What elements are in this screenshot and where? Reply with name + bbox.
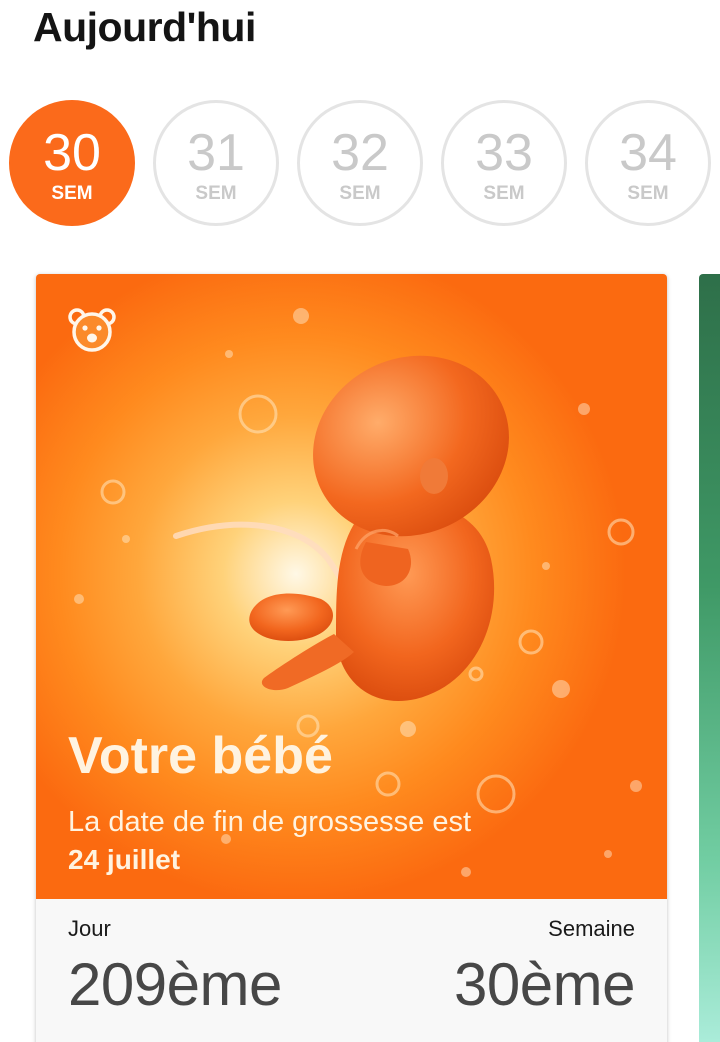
baby-card[interactable]: Votre bébé La date de fin de grossesse e… — [36, 274, 667, 1042]
week-value: 30ème — [454, 951, 635, 1018]
week-33-button[interactable]: 33 SEM — [441, 100, 567, 226]
card-title: Votre bébé — [68, 727, 333, 785]
week-unit: SEM — [483, 183, 525, 204]
day-label: Jour — [68, 916, 111, 941]
page-title: Aujourd'hui — [33, 4, 256, 50]
week-unit: SEM — [339, 183, 381, 204]
week-unit: SEM — [627, 183, 669, 204]
week-number: 31 — [187, 124, 245, 182]
week-label: Semaine — [548, 916, 635, 941]
week-unit: SEM — [195, 183, 237, 204]
due-date-value: 24 juillet — [68, 844, 181, 875]
bear-icon — [68, 308, 116, 352]
due-date-description: La date de fin de grossesse est — [68, 806, 472, 838]
week-31-button[interactable]: 31 SEM — [153, 100, 279, 226]
next-card-peek[interactable] — [699, 274, 720, 1042]
week-selector: 30 SEM 31 SEM 32 SEM 33 SEM 34 SEM — [0, 96, 720, 232]
week-34-button[interactable]: 34 SEM — [585, 100, 711, 226]
week-30-button[interactable]: 30 SEM — [9, 100, 135, 226]
week-number: 34 — [619, 124, 677, 182]
day-value: 209ème — [68, 951, 282, 1018]
week-number: 30 — [43, 124, 101, 182]
week-unit: SEM — [51, 183, 93, 204]
week-number: 32 — [331, 124, 389, 182]
week-number: 33 — [475, 124, 533, 182]
week-32-button[interactable]: 32 SEM — [297, 100, 423, 226]
